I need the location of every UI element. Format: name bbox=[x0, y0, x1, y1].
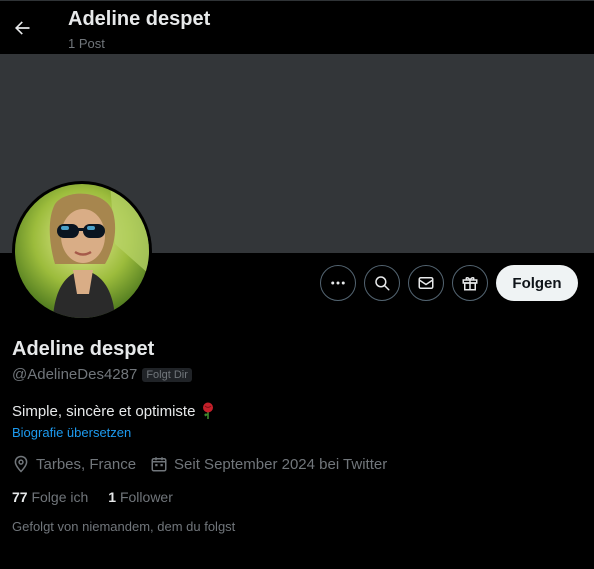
header-title: Adeline despet bbox=[68, 8, 211, 30]
rose-icon bbox=[203, 402, 214, 419]
message-icon bbox=[418, 277, 434, 289]
follow-stats: 77 Folge ich 1 Follower bbox=[12, 489, 173, 505]
location: Tarbes, France bbox=[12, 455, 136, 473]
profile-meta: Tarbes, France Seit September 2024 bei T… bbox=[12, 455, 397, 473]
avatar[interactable] bbox=[12, 181, 152, 321]
followers-count: 1 bbox=[108, 489, 117, 505]
calendar-icon bbox=[151, 457, 167, 472]
handle-row: @AdelineDes4287 Folgt Dir bbox=[12, 366, 192, 383]
follow-button[interactable]: Folgen bbox=[496, 265, 578, 301]
header-post-count: 1 Post bbox=[68, 36, 105, 51]
gift-button[interactable] bbox=[452, 265, 488, 301]
avatar-image bbox=[15, 184, 149, 318]
following-count: 77 bbox=[12, 489, 28, 505]
location-pin-icon bbox=[14, 455, 28, 473]
followers-link[interactable]: 1 Follower bbox=[108, 489, 173, 505]
more-icon bbox=[331, 281, 345, 285]
follows-you-badge: Folgt Dir bbox=[142, 367, 192, 382]
join-date-text: Seit September 2024 bei Twitter bbox=[174, 455, 388, 473]
location-text: Tarbes, France bbox=[36, 455, 137, 473]
bio: Simple, sincère et optimiste bbox=[12, 402, 215, 420]
bio-text: Simple, sincère et optimiste bbox=[12, 402, 196, 420]
following-label: Folge ich bbox=[31, 489, 89, 505]
following-link[interactable]: 77 Folge ich bbox=[12, 489, 88, 505]
followed-by-text: Gefolgt von niemandem, dem du folgst bbox=[12, 519, 236, 534]
display-name: Adeline despet bbox=[12, 338, 155, 360]
message-button[interactable] bbox=[408, 265, 444, 301]
gift-icon bbox=[462, 277, 478, 291]
handle: @AdelineDes4287 bbox=[12, 366, 138, 383]
search-icon bbox=[375, 276, 390, 291]
join-date: Seit September 2024 bei Twitter bbox=[150, 455, 387, 473]
back-button[interactable] bbox=[8, 14, 36, 42]
translate-bio-link[interactable]: Biografie übersetzen bbox=[12, 425, 131, 440]
followers-label: Follower bbox=[119, 489, 173, 505]
profile-header-bar: Adeline despet 1 Post bbox=[0, 0, 594, 54]
arrow-left-icon bbox=[15, 21, 30, 35]
search-profile-button[interactable] bbox=[364, 265, 400, 301]
more-button[interactable] bbox=[320, 265, 356, 301]
